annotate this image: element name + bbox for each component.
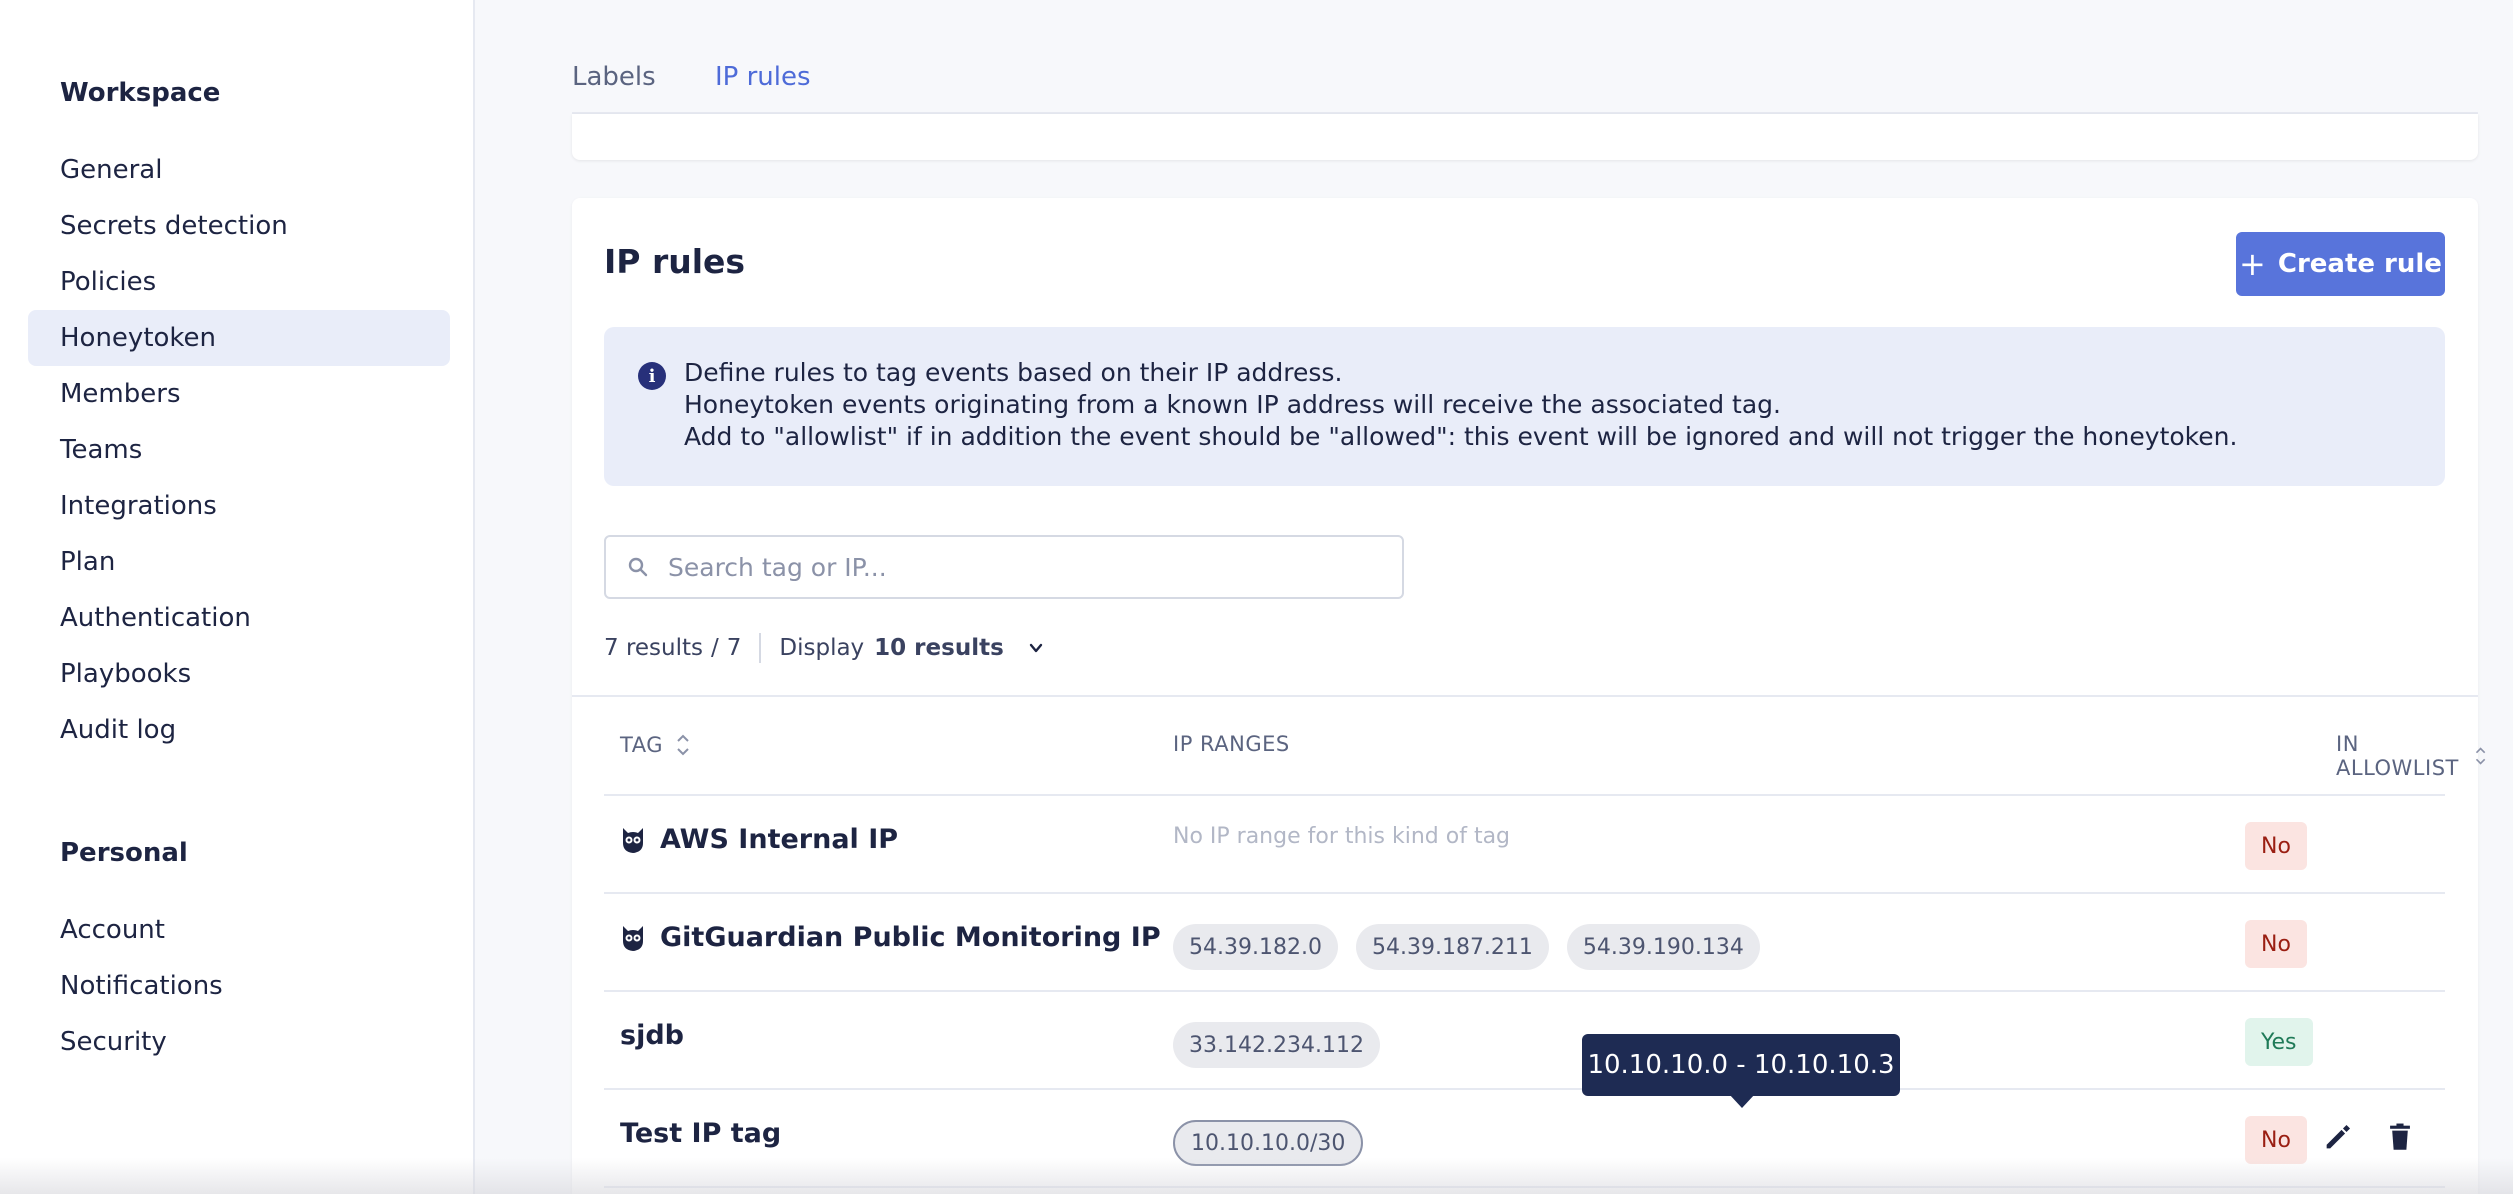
sidebar-item-label: Authentication xyxy=(60,603,251,633)
sidebar-item-members[interactable]: Members xyxy=(28,366,450,422)
sidebar-item-playbooks[interactable]: Playbooks xyxy=(28,646,450,702)
tooltip-arrow xyxy=(1729,1094,1755,1108)
table-row: GitGuardian Public Monitoring IP 54.39.1… xyxy=(604,894,2445,992)
previous-card-edge xyxy=(572,114,2478,160)
info-line: Define rules to tag events based on thei… xyxy=(684,358,1343,387)
sidebar-item-teams[interactable]: Teams xyxy=(28,422,450,478)
app: Workspace General Secrets detection Poli… xyxy=(0,0,2513,1194)
column-header-tag[interactable]: TAG xyxy=(620,732,691,758)
create-rule-label: Create rule xyxy=(2277,249,2442,279)
sidebar-item-label: Audit log xyxy=(60,715,177,745)
create-rule-button[interactable]: + Create rule xyxy=(2236,232,2445,296)
results-separator: / xyxy=(711,635,719,661)
divider xyxy=(759,633,762,663)
allowlist-badge: No xyxy=(2245,920,2307,968)
column-header-ip-ranges: IP RANGES xyxy=(1173,732,1290,756)
tag-name: sjdb xyxy=(620,1020,684,1051)
edit-icon[interactable] xyxy=(2321,1120,2355,1154)
tag-cell: AWS Internal IP xyxy=(620,824,898,855)
sidebar-item-label: Security xyxy=(60,1027,167,1057)
sidebar-item-label: Secrets detection xyxy=(60,211,288,241)
empty-ip-text: No IP range for this kind of tag xyxy=(1173,824,1511,849)
sort-icon xyxy=(677,734,689,756)
info-icon: i xyxy=(638,362,666,390)
ip-ranges-cell: 33.142.234.112 xyxy=(1173,1022,1380,1068)
owl-icon xyxy=(623,925,643,951)
display-dropdown[interactable]: Display 10 results xyxy=(779,635,1045,661)
ip-ranges-cell: 54.39.182.0 54.39.187.211 54.39.190.134 xyxy=(1173,924,1760,970)
table-row: AWS Internal IP No IP range for this kin… xyxy=(604,796,2445,894)
results-total: 7 xyxy=(726,635,742,661)
column-header-label: TAG xyxy=(620,733,663,757)
sidebar-item-label: Integrations xyxy=(60,491,217,521)
sidebar-item-plan[interactable]: Plan xyxy=(28,534,450,590)
sidebar-item-security[interactable]: Security xyxy=(28,1014,450,1070)
tag-name: Test IP tag xyxy=(620,1118,782,1149)
tag-name: GitGuardian Public Monitoring IP xyxy=(660,922,1161,953)
results-count: 7 results xyxy=(604,635,703,661)
tag-cell: sjdb xyxy=(620,1020,684,1051)
ip-chip[interactable]: 33.142.234.112 xyxy=(1173,1022,1380,1068)
sidebar-item-label: Plan xyxy=(60,547,116,577)
sidebar-item-policies[interactable]: Policies xyxy=(28,254,450,310)
trash-icon[interactable] xyxy=(2383,1120,2417,1154)
sidebar-item-secrets-detection[interactable]: Secrets detection xyxy=(28,198,450,254)
sidebar-item-notifications[interactable]: Notifications xyxy=(28,958,450,1014)
tab-ip-rules[interactable]: IP rules xyxy=(715,62,811,118)
sidebar-item-authentication[interactable]: Authentication xyxy=(28,590,450,646)
search-input[interactable] xyxy=(668,545,1388,589)
sidebar-item-account[interactable]: Account xyxy=(28,902,450,958)
sidebar-item-audit-log[interactable]: Audit log xyxy=(28,702,450,758)
search-box xyxy=(604,535,1404,599)
ip-rules-card: IP rules + Create rule i Define rules to… xyxy=(572,198,2485,1194)
display-value: 10 results xyxy=(874,635,1004,661)
ip-range-tooltip: 10.10.10.0 - 10.10.10.3 xyxy=(1582,1034,1900,1096)
sidebar-item-label: General xyxy=(60,155,163,185)
plus-icon: + xyxy=(2239,245,2266,283)
sidebar-item-honeytoken[interactable]: Honeytoken xyxy=(28,310,450,366)
page-title: IP rules xyxy=(604,242,746,281)
sidebar-item-label: Teams xyxy=(60,435,143,465)
column-header-label: IN ALLOWLIST xyxy=(2336,732,2459,780)
window-bottom-shadow xyxy=(0,1158,2513,1194)
info-banner: i Define rules to tag events based on th… xyxy=(604,327,2445,486)
tab-labels[interactable]: Labels xyxy=(572,62,656,118)
ip-chip[interactable]: 54.39.182.0 xyxy=(1173,924,1338,970)
info-line: Honeytoken events originating from a kno… xyxy=(684,390,1781,419)
sidebar-heading-personal: Personal xyxy=(60,838,188,868)
ip-chip[interactable]: 54.39.187.211 xyxy=(1355,924,1549,970)
sidebar-item-integrations[interactable]: Integrations xyxy=(28,478,450,534)
info-text: Define rules to tag events based on thei… xyxy=(684,357,2237,453)
column-header-label: IP RANGES xyxy=(1173,732,1290,756)
display-label: Display xyxy=(779,635,865,661)
chevron-down-icon xyxy=(1029,643,1042,653)
column-header-in-allowlist[interactable]: IN ALLOWLIST xyxy=(2336,732,2487,780)
sidebar-item-label: Policies xyxy=(60,267,157,297)
tag-name: AWS Internal IP xyxy=(660,824,899,855)
ip-chip[interactable]: 54.39.190.134 xyxy=(1566,924,1760,970)
tag-cell: Test IP tag xyxy=(620,1118,781,1149)
sidebar-heading-workspace: Workspace xyxy=(60,78,221,108)
info-line: Add to "allowlist" if in addition the ev… xyxy=(684,422,2238,451)
allowlist-badge: No xyxy=(2245,822,2307,870)
sidebar-item-label: Members xyxy=(60,379,181,409)
main-content: Labels IP rules IP rules + Create rule i… xyxy=(477,0,2513,1194)
sidebar-item-label: Honeytoken xyxy=(60,323,217,353)
sidebar-item-label: Account xyxy=(60,915,165,945)
owl-icon xyxy=(623,827,643,853)
tab-bar: Labels IP rules xyxy=(572,0,2478,118)
section-divider xyxy=(572,695,2478,697)
sidebar-item-label: Playbooks xyxy=(60,659,192,689)
sidebar-item-label: Notifications xyxy=(60,971,223,1001)
allowlist-badge: No xyxy=(2245,1116,2307,1164)
sidebar-item-general[interactable]: General xyxy=(28,142,450,198)
search-icon xyxy=(628,557,648,577)
results-summary: 7 results / 7 Display 10 results xyxy=(604,632,1046,664)
table-row: sjdb 33.142.234.112 Yes xyxy=(604,992,2445,1090)
sort-icon xyxy=(2475,747,2485,765)
allowlist-badge: Yes xyxy=(2245,1018,2313,1066)
sidebar: Workspace General Secrets detection Poli… xyxy=(0,0,475,1194)
tag-cell: GitGuardian Public Monitoring IP xyxy=(620,922,1161,953)
